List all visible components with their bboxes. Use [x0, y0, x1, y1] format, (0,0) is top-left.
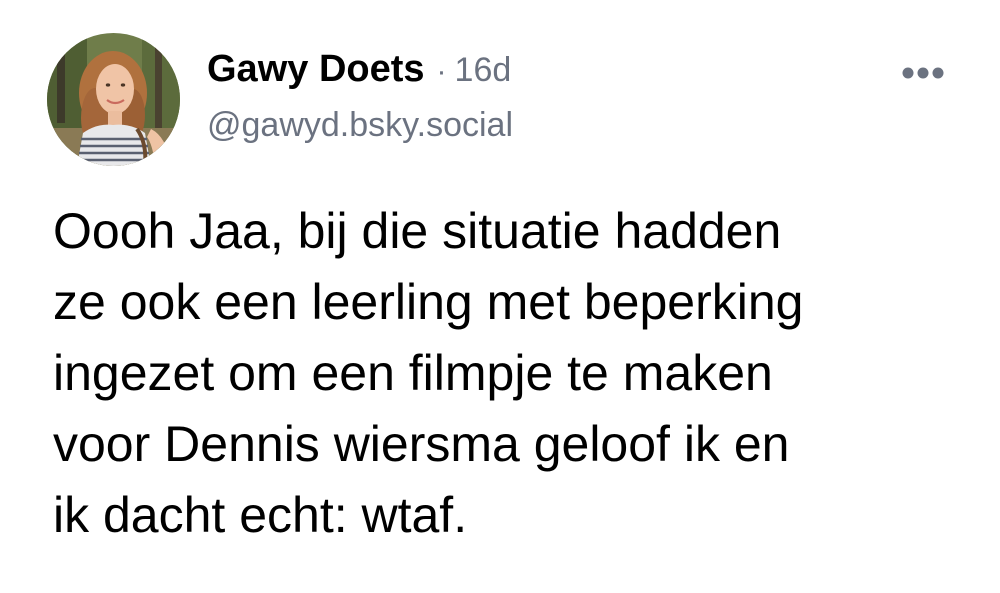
author-name-row: Gawy Doets · 16d — [207, 48, 867, 96]
post-card: Gawy Doets · 16d @gawyd.bsky.social Oooh… — [0, 0, 1000, 593]
author-avatar[interactable] — [47, 33, 180, 166]
post-body-text: Oooh Jaa, bij die situatie hadden ze ook… — [53, 203, 804, 543]
post-timestamp[interactable]: 16d — [455, 51, 512, 90]
author-handle[interactable]: @gawyd.bsky.social — [207, 106, 867, 145]
avatar-photo — [47, 33, 180, 166]
author-display-name[interactable]: Gawy Doets — [207, 48, 425, 91]
more-options-button[interactable] — [893, 60, 953, 86]
separator-dot: · — [436, 55, 447, 88]
post-header: Gawy Doets · 16d @gawyd.bsky.social — [207, 48, 867, 145]
more-horizontal-icon — [902, 67, 944, 79]
